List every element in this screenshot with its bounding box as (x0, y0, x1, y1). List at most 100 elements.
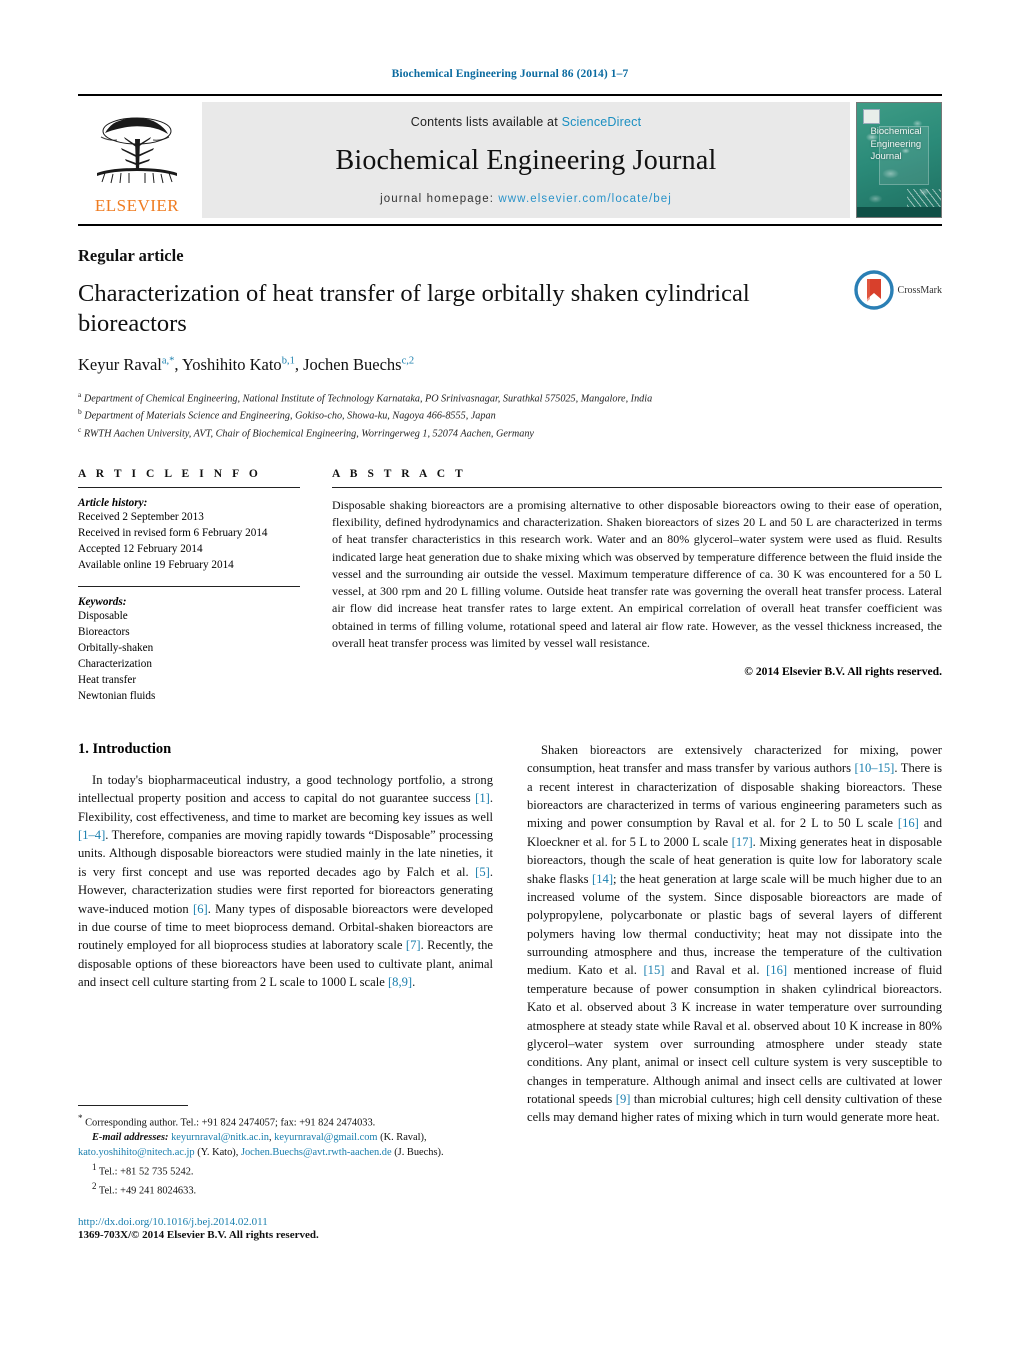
cover-footer-band (857, 206, 941, 217)
email-link-2[interactable]: keyurnraval@gmail.com (274, 1132, 377, 1143)
citation-link[interactable]: [15] (643, 963, 664, 977)
affiliation-item: b Department of Materials Science and En… (78, 406, 942, 424)
abstract-column: A B S T R A C T Disposable shaking biore… (332, 468, 942, 705)
email-addresses-note: E-mail addresses: keyurnraval@nitk.ac.in… (78, 1132, 444, 1159)
issn-copyright-line: 1369-703X/© 2014 Elsevier B.V. All right… (78, 1229, 319, 1242)
email-link-4[interactable]: Jochen.Buechs@avt.rwth-aachen.de (241, 1147, 392, 1158)
citation-link[interactable]: [9] (616, 1092, 631, 1106)
history-item: Received 2 September 2013 (78, 510, 204, 523)
history-item: Available online 19 February 2014 (78, 558, 234, 571)
footnote-tel-1: 1 Tel.: +81 52 735 5242. (78, 1161, 493, 1180)
email-link-3[interactable]: kato.yoshihito@nitech.ac.jp (78, 1147, 195, 1158)
keyword-item: Newtonian fluids (78, 689, 156, 702)
page-title: Characterization of heat transfer of lar… (78, 280, 750, 337)
author-sup-1[interactable]: a,* (162, 355, 175, 366)
author-name-1[interactable]: Keyur Raval (78, 355, 162, 374)
email-label: E-mail addresses: (92, 1132, 169, 1144)
title-block: Regular article Characterization of heat… (78, 246, 942, 442)
article-info-rule (78, 486, 300, 488)
author-list: Keyur Ravala,*, Yoshihito Katob,1, Joche… (78, 354, 415, 374)
article-info-heading: A R T I C L E I N F O (78, 467, 262, 480)
affiliation-list: a Department of Chemical Engineering, Na… (78, 389, 942, 442)
footnote-marker-1: 1 (92, 1161, 97, 1172)
cover-title-line-2: Engineering (870, 138, 922, 150)
crossmark-badge[interactable]: CrossMark (853, 270, 942, 310)
info-abstract-section: A R T I C L E I N F O Article history: R… (78, 468, 942, 705)
journal-homepage-line: journal homepage: www.elsevier.com/locat… (212, 193, 840, 205)
email-owner-1: (K. Raval), (380, 1132, 427, 1144)
citation-link[interactable]: [14] (592, 872, 613, 886)
keywords-rule (78, 586, 300, 588)
abstract-rule (332, 486, 942, 488)
affiliation-item: c RWTH Aachen University, AVT, Chair of … (78, 424, 942, 442)
abstract-text: Disposable shaking bioreactors are a pro… (332, 497, 943, 650)
sciencedirect-link[interactable]: ScienceDirect (562, 115, 642, 129)
author-name-2[interactable]: Yoshihito Kato (182, 355, 282, 374)
author-sup-3[interactable]: c,2 (402, 355, 415, 366)
affiliation-item: a Department of Chemical Engineering, Na… (78, 389, 942, 407)
keyword-item: Heat transfer (78, 674, 137, 687)
email-owner-4: (J. Buechs). (394, 1147, 444, 1159)
affiliation-text: RWTH Aachen University, AVT, Chair of Bi… (83, 428, 534, 440)
cover-elsevier-mark-icon (862, 108, 880, 124)
citation-link[interactable]: [5] (475, 865, 490, 879)
contents-available-line: Contents lists available at ScienceDirec… (212, 115, 840, 129)
citation-link[interactable]: [17] (732, 835, 753, 849)
crossmark-icon[interactable] (853, 270, 894, 310)
section-heading-introduction: 1. Introduction (78, 740, 172, 757)
footnote-tel-2-text: Tel.: +49 241 8024633. (98, 1185, 197, 1197)
elsevier-wordmark: ELSEVIER (94, 196, 180, 215)
citation-link[interactable]: [8,9] (388, 975, 412, 989)
abstract-copyright: © 2014 Elsevier B.V. All rights reserved… (744, 665, 942, 679)
journal-article-page: Biochemical Engineering Journal 86 (2014… (0, 0, 1020, 1351)
intro-text-seg: . Therefore, companies are moving rapidl… (78, 828, 493, 879)
homepage-url-link[interactable]: www.elsevier.com/locate/bej (498, 193, 672, 205)
doi-block: http://dx.doi.org/10.1016/j.bej.2014.02.… (78, 1216, 493, 1241)
doi-link[interactable]: http://dx.doi.org/10.1016/j.bej.2014.02.… (78, 1216, 493, 1228)
citation-link[interactable]: [16] (898, 816, 919, 830)
cover-title: Biochemical Engineering Journal (870, 126, 921, 164)
affiliation-text: Department of Materials Science and Engi… (84, 410, 496, 422)
article-history-label: Article history: (78, 496, 148, 509)
footnote-tel-1-text: Tel.: +81 52 735 5242. (98, 1166, 194, 1178)
citation-link[interactable]: [16] (766, 963, 787, 977)
homepage-prefix: journal homepage: (380, 192, 495, 205)
running-head: Biochemical Engineering Journal 86 (2014… (391, 68, 629, 80)
intro-text-seg: ; the heat generation at large scale wil… (527, 871, 942, 978)
keyword-item: Bioreactors (78, 626, 130, 639)
article-type-label: Regular article (78, 246, 184, 265)
history-item: Accepted 12 February 2014 (78, 542, 203, 555)
email-link-1[interactable]: keyurnraval@nitk.ac.in (171, 1132, 269, 1143)
article-body: 1. Introduction In today's biopharmaceut… (78, 740, 942, 1242)
cover-title-line-3: Journal (870, 151, 902, 163)
citation-link[interactable]: [1–4] (78, 828, 105, 842)
citation-link[interactable]: [10–15] (854, 761, 894, 775)
affiliation-marker: a (78, 389, 82, 399)
keyword-item: Orbitally-shaken (78, 642, 154, 655)
cover-title-line-1: Biochemical (870, 125, 922, 137)
intro-paragraph-left: In today's biopharmaceutical industry, a… (78, 771, 493, 992)
crossmark-label: CrossMark (897, 284, 942, 296)
contents-prefix: Contents lists available at (410, 115, 558, 129)
affiliation-marker: b (78, 407, 82, 417)
masthead-center-panel: Contents lists available at ScienceDirec… (202, 102, 850, 218)
intro-text-seg: mentioned increase of fluid temperature … (527, 963, 942, 1106)
email-owner-3: (Y. Kato), (197, 1147, 239, 1159)
body-column-right: Shaken bioreactors are extensively chara… (527, 741, 942, 1242)
author-name-3[interactable]: Jochen Buechs (303, 355, 402, 374)
journal-cover-thumbnail[interactable]: Biochemical Engineering Journal (856, 102, 942, 218)
elsevier-logo: ELSEVIER (78, 102, 196, 218)
keywords-label: Keywords: (78, 596, 127, 609)
citation-link[interactable]: [6] (193, 902, 208, 916)
history-item: Received in revised form 6 February 2014 (78, 526, 268, 539)
citation-link[interactable]: [1] (475, 791, 490, 805)
author-sup-2[interactable]: b,1 (282, 355, 295, 366)
keyword-item: Characterization (78, 658, 152, 671)
footnote-marker-2: 2 (92, 1181, 97, 1192)
intro-text-seg: and Raval et al. (664, 963, 767, 978)
abstract-heading: A B S T R A C T (332, 467, 467, 480)
citation-link[interactable]: [7] (406, 938, 421, 952)
corresponding-marker: * (78, 1113, 83, 1124)
intro-text-seg: . (412, 975, 416, 989)
